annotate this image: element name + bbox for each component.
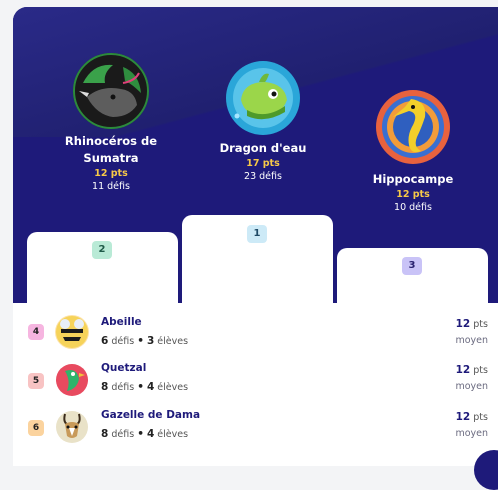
- average-label: moyen: [455, 381, 488, 392]
- team-name: Rhinocéros de: [64, 134, 158, 148]
- team-defis: 23 défis: [244, 171, 282, 182]
- podium-team-second[interactable]: Rhinocéros de Sumatra 12 pts 11 défis: [46, 53, 176, 193]
- bee-icon: [55, 315, 89, 349]
- team-name: Dragon d'eau: [219, 141, 307, 155]
- team-points: 12 pts: [455, 318, 488, 330]
- rank-badge: 4: [28, 324, 44, 340]
- team-name: Gazelle de Dama: [101, 409, 201, 421]
- rhino-icon: [73, 53, 149, 129]
- podium-step-first: 1: [182, 215, 333, 303]
- seahorse-icon: [375, 89, 451, 165]
- team-name: Hippocampe: [372, 172, 454, 186]
- team-points: 12 pts: [94, 168, 128, 179]
- average-label: moyen: [455, 428, 488, 439]
- team-points: 12 pts: [455, 364, 488, 376]
- water-dragon-icon: [225, 60, 301, 136]
- team-stats: 6 défis • 3 élèves: [101, 335, 189, 347]
- podium-team-first[interactable]: Dragon d'eau 17 pts 23 défis: [198, 60, 328, 183]
- podium: Rhinocéros de Sumatra 12 pts 11 défis Dr: [13, 7, 498, 303]
- team-points: 17 pts: [246, 158, 280, 169]
- leaderboard-card: Rhinocéros de Sumatra 12 pts 11 défis Dr: [13, 7, 498, 466]
- podium-step-third: 3: [337, 248, 488, 303]
- rank-badge: 5: [28, 373, 44, 389]
- team-name: Quetzal: [101, 362, 147, 374]
- list-item[interactable]: 6 Gazelle de Dama 8 défis • 4 élèves 12 …: [13, 406, 498, 446]
- team-points: 12 pts: [396, 189, 430, 200]
- rank-badge: 6: [28, 420, 44, 436]
- podium-team-third[interactable]: Hippocampe 12 pts 10 défis: [348, 89, 478, 214]
- gazelle-icon: [55, 410, 89, 444]
- average-label: moyen: [455, 335, 488, 346]
- list-item[interactable]: 4 Abeille 6 défis • 3 élèves 12 pts moye…: [13, 312, 498, 352]
- team-stats: 8 défis • 4 élèves: [101, 381, 189, 393]
- quetzal-icon: [55, 363, 89, 397]
- list-item[interactable]: 5 Quetzal 8 défis • 4 élèves 12 pts moye…: [13, 359, 498, 399]
- podium-step-second: 2: [27, 232, 178, 303]
- rank-badge: 2: [92, 241, 112, 259]
- team-stats: 8 défis • 4 élèves: [101, 428, 189, 440]
- rank-badge: 3: [402, 257, 422, 275]
- team-defis: 10 défis: [394, 202, 432, 213]
- team-name: Sumatra: [83, 151, 139, 165]
- rank-badge: 1: [247, 225, 267, 243]
- team-points: 12 pts: [455, 411, 488, 423]
- team-name: Abeille: [101, 316, 142, 328]
- team-defis: 11 défis: [92, 181, 130, 192]
